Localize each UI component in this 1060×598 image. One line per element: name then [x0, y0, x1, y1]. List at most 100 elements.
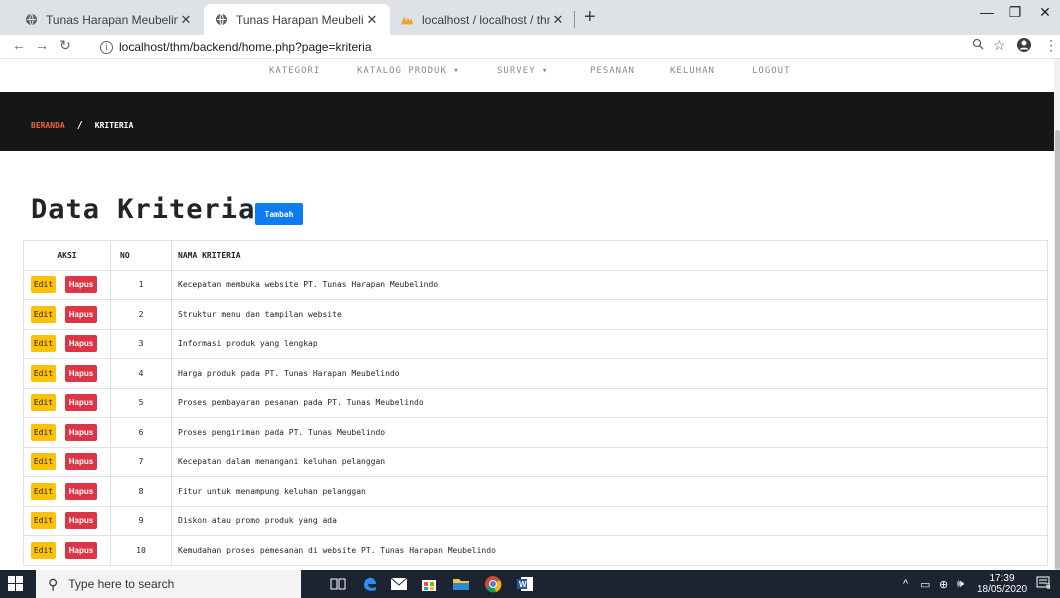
notification-icon[interactable]: 6: [1036, 576, 1052, 591]
restore-icon[interactable]: ❐: [1000, 4, 1030, 21]
network-icon[interactable]: ⊕: [939, 578, 948, 591]
page-viewport: KATEGORI KATALOG PRODUK ▾ SURVEY ▾ PESAN…: [0, 59, 1054, 570]
edge-browser-icon[interactable]: [361, 575, 379, 593]
delete-button[interactable]: Hapus: [65, 423, 97, 441]
row-criteria-name: Harga produk pada PT. Tunas Harapan Meub…: [171, 358, 1048, 389]
word-icon[interactable]: W: [516, 575, 534, 593]
delete-button[interactable]: Hapus: [65, 276, 97, 294]
edit-button[interactable]: Edit: [31, 512, 56, 530]
nav-kategori[interactable]: KATEGORI: [269, 66, 320, 76]
nav-keluhan[interactable]: KELUHAN: [670, 66, 715, 76]
edit-button[interactable]: Edit: [31, 364, 56, 382]
address-bar[interactable]: i localhost/thm/backend/home.php?page=kr…: [100, 37, 372, 57]
delete-button[interactable]: Hapus: [65, 512, 97, 530]
table-row: Edit Hapus 5 Proses pembayaran pesanan pada…: [23, 387, 1048, 418]
row-number: 10: [110, 535, 172, 566]
back-icon[interactable]: ←: [10, 37, 28, 53]
url-text[interactable]: localhost/thm/backend/home.php?page=krit…: [119, 40, 372, 54]
top-navigation: KATEGORI KATALOG PRODUK ▾ SURVEY ▾ PESAN…: [0, 59, 1054, 93]
row-number: 3: [110, 328, 172, 359]
nav-logout[interactable]: LOGOUT: [752, 66, 791, 76]
nav-survey[interactable]: SURVEY ▾: [497, 66, 548, 76]
row-number: 5: [110, 387, 172, 418]
edit-button[interactable]: Edit: [31, 335, 56, 353]
delete-button[interactable]: Hapus: [65, 541, 97, 559]
breadcrumb-home[interactable]: BERANDA: [31, 121, 65, 130]
nav-pesanan[interactable]: PESANAN: [590, 66, 635, 76]
windows-start-icon[interactable]: [8, 576, 24, 592]
globe-icon: [214, 13, 228, 27]
scrollbar-thumb[interactable]: [1055, 130, 1060, 570]
close-icon[interactable]: ✕: [364, 12, 380, 28]
new-tab-icon[interactable]: +: [584, 6, 596, 29]
delete-button[interactable]: Hapus: [65, 453, 97, 471]
tray-chevron-icon[interactable]: ^: [903, 578, 908, 590]
reload-icon[interactable]: ↻: [56, 37, 74, 54]
row-number: 8: [110, 476, 172, 507]
row-actions: Edit Hapus: [23, 387, 111, 418]
store-icon[interactable]: [420, 575, 438, 593]
profile-icon[interactable]: [1016, 37, 1032, 56]
delete-button[interactable]: Hapus: [65, 394, 97, 412]
delete-button[interactable]: Hapus: [65, 482, 97, 500]
bookmark-star-icon[interactable]: ☆: [993, 37, 1006, 54]
address-bar-row: ← → ↻ i localhost/thm/backend/home.php?p…: [0, 35, 1060, 59]
row-criteria-name: Proses pengiriman pada PT. Tunas Meubeli…: [171, 417, 1048, 448]
browser-tab-3[interactable]: localhost / localhost / thm / surv ✕: [390, 4, 576, 35]
minimize-icon[interactable]: —: [972, 4, 1002, 20]
search-icon: ⚲: [48, 575, 59, 592]
file-explorer-icon[interactable]: [452, 575, 470, 593]
header-aksi: AKSI: [23, 240, 111, 271]
edit-button[interactable]: Edit: [31, 276, 56, 294]
row-criteria-name: Kecepatan membuka website PT. Tunas Hara…: [171, 269, 1048, 300]
table-row: Edit Hapus 10 Kemudahan proses pemesanan di…: [23, 535, 1048, 566]
menu-dots-icon[interactable]: ⋮: [1044, 37, 1058, 54]
notification-count: 6: [1046, 582, 1051, 591]
tab-title: Tunas Harapan Meubelindo: [236, 12, 364, 27]
close-icon[interactable]: ✕: [178, 12, 194, 28]
battery-icon[interactable]: ▭: [920, 578, 930, 591]
system-clock[interactable]: 17:39 18/05/2020: [976, 573, 1028, 595]
clock-time: 17:39: [989, 573, 1015, 584]
row-criteria-name: Struktur menu dan tampilan website: [171, 299, 1048, 330]
criteria-table: AKSI NO NAMA KRITERIA Edit Hapus 1 Kecepata…: [23, 240, 1048, 566]
edit-button[interactable]: Edit: [31, 305, 56, 323]
forward-icon[interactable]: →: [33, 37, 51, 53]
edit-button[interactable]: Edit: [31, 541, 56, 559]
edit-button[interactable]: Edit: [31, 453, 56, 471]
browser-tab-1[interactable]: Tunas Harapan Meubelindo ✕: [14, 4, 204, 35]
taskbar-search[interactable]: ⚲ Type here to search: [36, 570, 301, 598]
edit-button[interactable]: Edit: [31, 482, 56, 500]
row-actions: Edit Hapus: [23, 269, 111, 300]
phpmyadmin-icon: [400, 13, 414, 27]
nav-katalog-produk[interactable]: KATALOG PRODUK ▾: [357, 66, 460, 76]
zoom-icon[interactable]: [972, 37, 984, 53]
table-row: Edit Hapus 4 Harga produk pada PT. Tunas Ha…: [23, 358, 1048, 389]
tab-title: Tunas Harapan Meubelindo: [46, 12, 178, 27]
chrome-icon[interactable]: [484, 575, 502, 593]
row-actions: Edit Hapus: [23, 299, 111, 330]
delete-button[interactable]: Hapus: [65, 305, 97, 323]
row-actions: Edit Hapus: [23, 417, 111, 448]
window-close-icon[interactable]: ✕: [1030, 4, 1060, 21]
browser-tab-2[interactable]: Tunas Harapan Meubelindo ✕: [204, 4, 390, 35]
close-icon[interactable]: ✕: [550, 12, 566, 28]
info-icon[interactable]: i: [100, 40, 113, 54]
row-criteria-name: Diskon atau promo produk yang ada: [171, 505, 1048, 536]
edit-button[interactable]: Edit: [31, 423, 56, 441]
add-button[interactable]: Tambah: [255, 203, 303, 225]
row-criteria-name: Kecepatan dalam menangani keluhan pelang…: [171, 446, 1048, 477]
delete-button[interactable]: Hapus: [65, 364, 97, 382]
mail-icon[interactable]: [390, 575, 408, 593]
row-actions: Edit Hapus: [23, 446, 111, 477]
globe-icon: [24, 13, 38, 27]
table-row: Edit Hapus 1 Kecepatan membuka website PT. …: [23, 269, 1048, 300]
delete-button[interactable]: Hapus: [65, 335, 97, 353]
clock-date: 18/05/2020: [976, 584, 1028, 595]
taskbar: ⚲ Type here to search W ^ ▭ ⊕ 🕪 17:39 18…: [0, 570, 1060, 598]
task-view-icon[interactable]: [329, 575, 347, 593]
row-number: 2: [110, 299, 172, 330]
volume-icon[interactable]: 🕪: [957, 578, 964, 591]
header-nama-kriteria: NAMA KRITERIA: [171, 240, 1048, 271]
edit-button[interactable]: Edit: [31, 394, 56, 412]
